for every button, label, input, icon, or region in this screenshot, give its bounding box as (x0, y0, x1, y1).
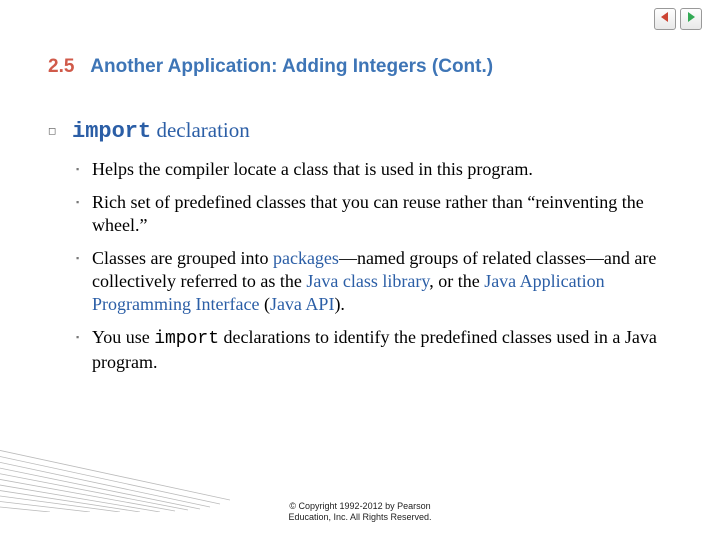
square-bullet-icon: ▪ (76, 158, 92, 181)
import-keyword: import (72, 119, 151, 144)
list-item: ▪ Classes are grouped into packages—name… (76, 247, 668, 316)
bullet-text: You use import declarations to identify … (92, 326, 668, 374)
list-item: ▪ Rich set of predefined classes that yo… (76, 191, 668, 237)
copyright-footer: © Copyright 1992-2012 by Pearson Educati… (0, 501, 720, 524)
list-item: ▪ You use import declarations to identif… (76, 326, 668, 374)
section-title-text: Another Application: Adding Integers (Co… (90, 56, 493, 77)
nav-buttons (654, 8, 702, 30)
copyright-line-2: Education, Inc. All Rights Reserved. (0, 512, 720, 524)
import-keyword-inline: import (154, 329, 219, 349)
square-bullet-icon: ▪ (76, 326, 92, 374)
square-bullet-icon: ▪ (76, 247, 92, 316)
section-title: 2.5 Another Application: Adding Integers… (48, 56, 493, 78)
slide-content: ◻ import declaration ▪ Helps the compile… (48, 118, 668, 384)
bullet-text: Helps the compiler locate a class that i… (92, 158, 668, 181)
square-bullet-icon: ▪ (76, 191, 92, 237)
copyright-line-1: © Copyright 1992-2012 by Pearson (0, 501, 720, 513)
next-arrow-icon (685, 10, 697, 28)
list-item: ▪ Helps the compiler locate a class that… (76, 158, 668, 181)
prev-arrow-icon (659, 10, 671, 28)
heading-text: import declaration (72, 118, 250, 144)
term-java-class-library: Java class library (306, 271, 429, 291)
heading-bullet: ◻ import declaration (48, 118, 668, 144)
bullet-text: Classes are grouped into packages—named … (92, 247, 668, 316)
term-java-api: Java API (270, 294, 335, 314)
next-button[interactable] (680, 8, 702, 30)
declaration-word: declaration (151, 118, 250, 142)
prev-button[interactable] (654, 8, 676, 30)
bullet-text: Rich set of predefined classes that you … (92, 191, 668, 237)
term-packages: packages (273, 248, 339, 268)
section-number: 2.5 (48, 56, 74, 77)
bullet-marker-icon: ◻ (48, 118, 72, 144)
